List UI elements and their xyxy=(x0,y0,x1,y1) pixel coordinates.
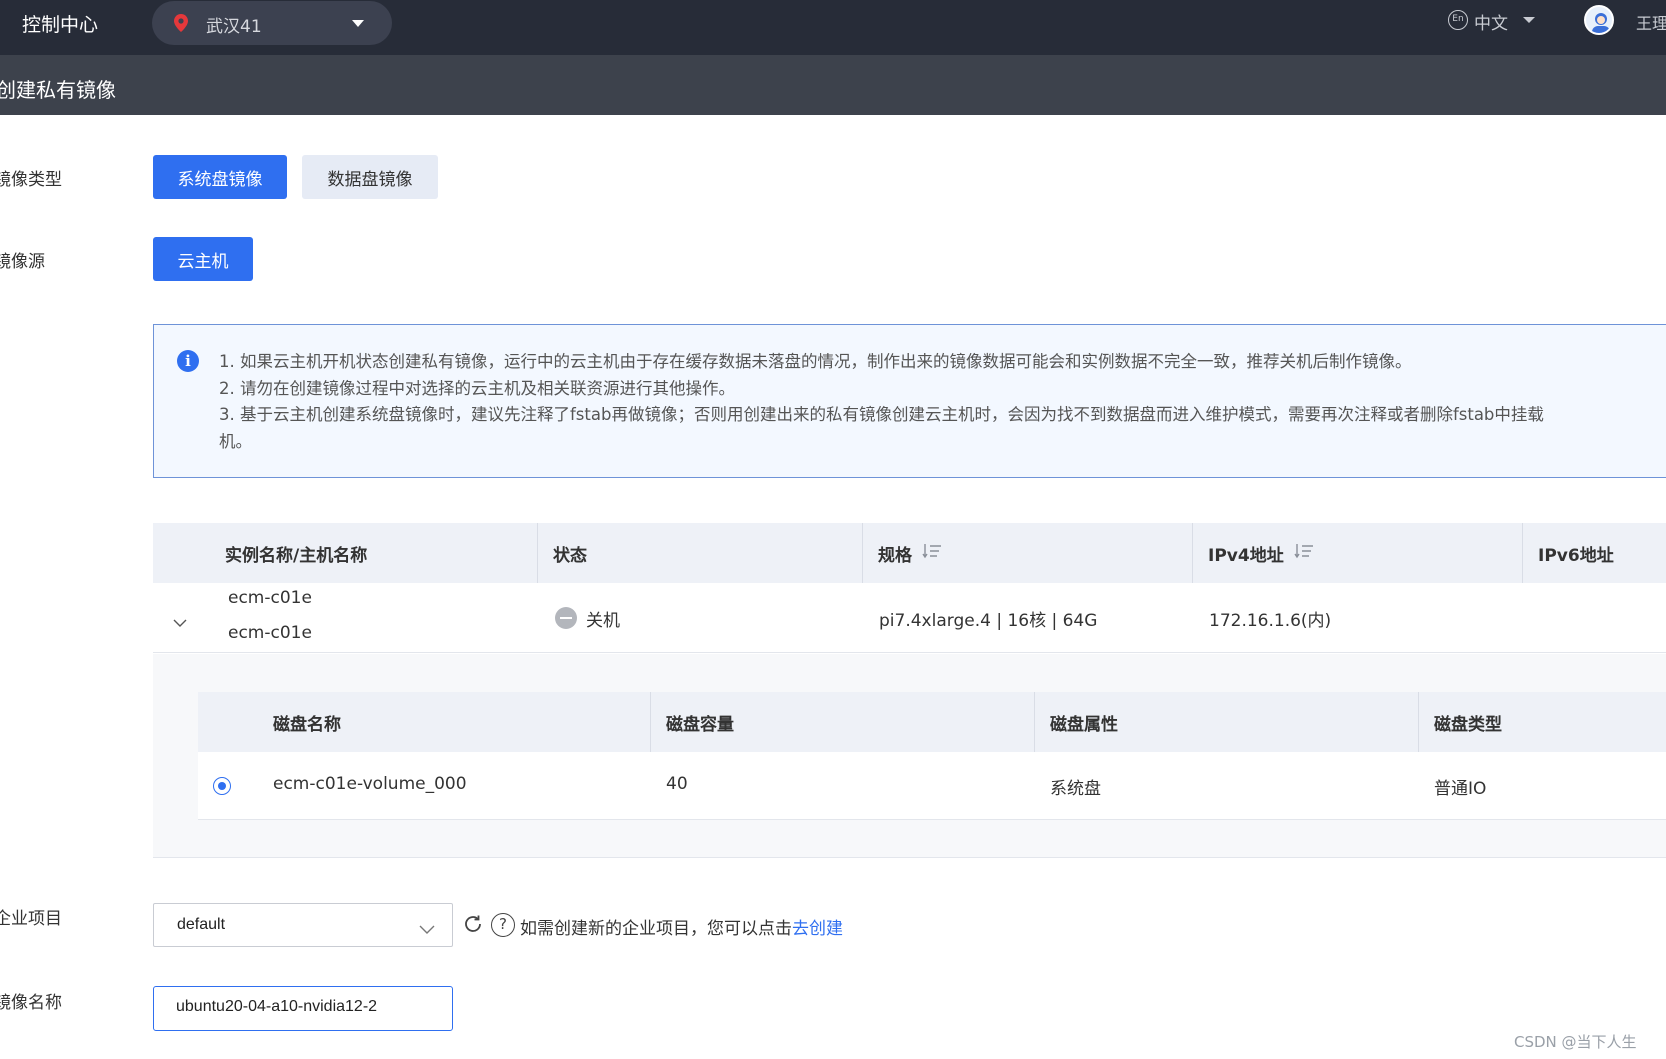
enterprise-project-label: 企业项目 xyxy=(0,909,62,929)
notice-line: 机。 xyxy=(219,431,252,451)
page-title: 创建私有镜像 xyxy=(0,78,116,102)
image-type-label: 镜像类型 xyxy=(0,170,62,190)
disk-type: 普通IO xyxy=(1434,779,1487,799)
column-status: 状态 xyxy=(553,545,587,566)
column-spec[interactable]: 规格 xyxy=(878,523,942,583)
stopped-status-icon xyxy=(555,607,577,629)
user-avatar[interactable] xyxy=(1584,5,1614,35)
column-divider xyxy=(1192,523,1193,583)
instance-table-header: 实例名称/主机名称 状态 规格 IPv4地址 IPv6地址 xyxy=(153,523,1666,583)
column-instance-name: 实例名称/主机名称 xyxy=(225,545,368,566)
table-row[interactable]: ecm-c01e-volume_000 40 系统盘 普通IO xyxy=(198,752,1666,820)
chevron-down-icon[interactable] xyxy=(173,613,187,632)
language-label: 中文 xyxy=(1474,14,1508,34)
disk-attribute: 系统盘 xyxy=(1050,779,1101,799)
top-navigation-bar: 控制中心 武汉41 En 中文 王理 xyxy=(0,0,1666,55)
disk-capacity: 40 xyxy=(666,774,688,794)
column-spec-label: 规格 xyxy=(878,545,912,566)
notice-line: 2. 请勿在创建镜像过程中对选择的云主机及相关联资源进行其他操作。 xyxy=(219,378,735,398)
column-ipv4[interactable]: IPv4地址 xyxy=(1208,523,1314,583)
notice-line: 3. 基于云主机创建系统盘镜像时，建议先注释了fstab再做镜像；否则用创建出来… xyxy=(219,405,1544,424)
enterprise-project-select[interactable]: default xyxy=(153,903,453,947)
enterprise-project-hint: 如需创建新的企业项目，您可以点击去创建 xyxy=(520,914,843,939)
system-disk-image-button[interactable]: 系统盘镜像 xyxy=(153,155,287,199)
column-ipv6: IPv6地址 xyxy=(1538,545,1614,566)
disk-name: ecm-c01e-volume_000 xyxy=(273,774,467,794)
region-selector[interactable]: 武汉41 xyxy=(152,1,392,45)
sort-icon[interactable] xyxy=(1294,543,1314,564)
watermark: CSDN @当下人生 xyxy=(1514,1033,1637,1051)
console-home-link[interactable]: 控制中心 xyxy=(22,10,98,37)
instance-name: ecm-c01e xyxy=(228,588,312,608)
ipv4-text: 172.16.1.6(内) xyxy=(1209,611,1332,631)
disk-radio[interactable] xyxy=(213,777,231,795)
location-pin-icon xyxy=(174,14,188,36)
column-divider xyxy=(1418,692,1419,752)
sort-icon[interactable] xyxy=(922,543,942,564)
image-name-label: 镜像名称 xyxy=(0,993,62,1013)
user-name[interactable]: 王理 xyxy=(1636,10,1666,34)
notice-lines: 1. 如果云主机开机状态创建私有镜像，运行中的云主机由于存在缓存数据未落盘的情况… xyxy=(219,349,1544,455)
column-disk-type: 磁盘类型 xyxy=(1434,714,1502,735)
column-divider xyxy=(650,692,651,752)
column-ipv4-label: IPv4地址 xyxy=(1208,545,1284,566)
page-title-bar: 创建私有镜像 xyxy=(0,55,1666,115)
cloud-host-source-button[interactable]: 云主机 xyxy=(153,237,253,281)
language-icon: En xyxy=(1448,10,1468,30)
image-name-input[interactable] xyxy=(176,998,436,1016)
data-disk-image-button[interactable]: 数据盘镜像 xyxy=(302,155,438,199)
notice-box: i 1. 如果云主机开机状态创建私有镜像，运行中的云主机由于存在缓存数据未落盘的… xyxy=(153,324,1666,478)
info-icon: i xyxy=(177,350,199,372)
caret-down-icon xyxy=(1523,17,1535,23)
help-icon[interactable]: ? xyxy=(491,913,515,937)
chevron-down-icon xyxy=(419,920,435,939)
column-disk-capacity: 磁盘容量 xyxy=(666,714,734,735)
refresh-icon[interactable] xyxy=(462,913,484,939)
spec-text: pi7.4xlarge.4 | 16核 | 64G xyxy=(879,611,1098,631)
column-divider xyxy=(862,523,863,583)
image-source-label: 镜像源 xyxy=(0,252,45,272)
image-name-field[interactable] xyxy=(153,986,453,1031)
column-divider xyxy=(1034,692,1035,752)
caret-down-icon xyxy=(352,20,364,27)
enterprise-project-value: default xyxy=(177,916,226,933)
disk-expansion-panel: 磁盘名称 磁盘容量 磁盘属性 磁盘类型 ecm-c01e-volume_000 … xyxy=(153,654,1666,858)
column-disk-name: 磁盘名称 xyxy=(273,714,341,735)
host-name: ecm-c01e xyxy=(228,623,312,643)
hint-text: 如需创建新的企业项目，您可以点击 xyxy=(520,919,792,939)
column-divider xyxy=(537,523,538,583)
disk-table-header: 磁盘名称 磁盘容量 磁盘属性 磁盘类型 xyxy=(198,692,1666,752)
column-divider xyxy=(1522,523,1523,583)
status-text: 关机 xyxy=(586,611,620,631)
region-name: 武汉41 xyxy=(206,17,262,37)
table-row[interactable]: ecm-c01e ecm-c01e 关机 pi7.4xlarge.4 | 16核… xyxy=(153,583,1666,653)
notice-line: 1. 如果云主机开机状态创建私有镜像，运行中的云主机由于存在缓存数据未落盘的情况… xyxy=(219,352,1412,371)
create-project-link[interactable]: 去创建 xyxy=(792,919,843,939)
column-disk-attribute: 磁盘属性 xyxy=(1050,714,1118,735)
